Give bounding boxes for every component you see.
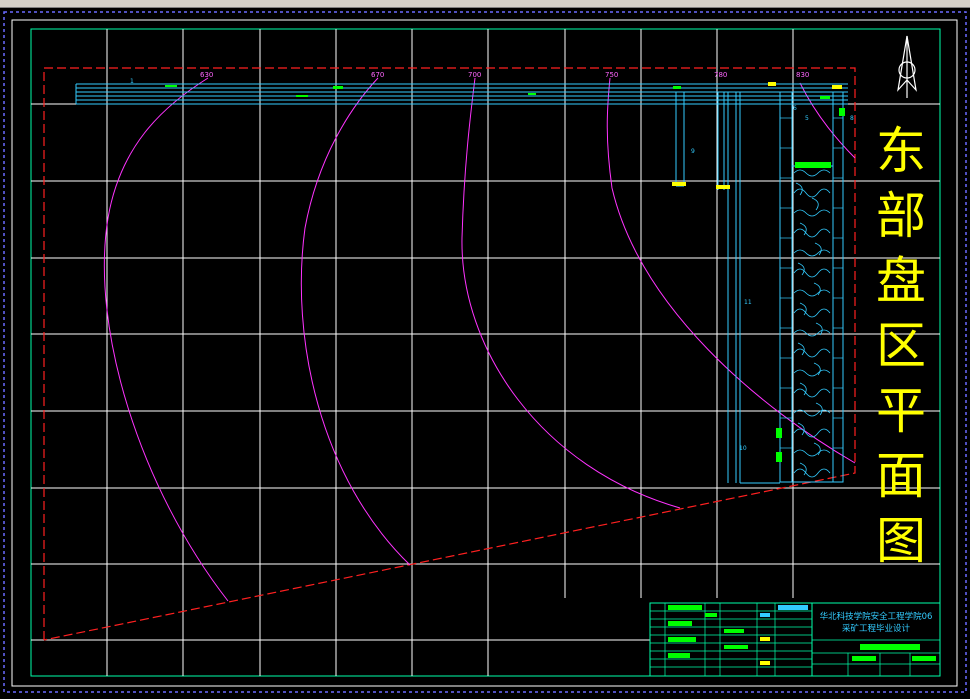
school-name-line2: 采矿工程毕业设计 xyxy=(842,623,911,634)
tunnel-label: 10 xyxy=(739,445,747,452)
title-char: 面 xyxy=(876,447,926,505)
contour-label: 830 xyxy=(796,71,809,79)
title-char: 东 xyxy=(876,122,926,180)
tunnel-label: 5 xyxy=(805,115,809,122)
main-roadway[interactable] xyxy=(75,83,848,105)
contour-label: 700 xyxy=(468,71,481,79)
cad-canvas[interactable]: 630 670 700 750 780 830 9 11 10 6 5 8 1 … xyxy=(0,8,970,699)
drawing-title: 东 部 盘 区 平 面 图 xyxy=(876,122,926,570)
title-block: 华北科技学院安全工程学院06 采矿工程毕业设计 xyxy=(649,602,941,677)
title-char: 区 xyxy=(876,317,926,375)
title-char: 图 xyxy=(876,512,926,570)
roadway-9-end-marker xyxy=(672,182,686,186)
longwall-panel[interactable] xyxy=(776,91,845,483)
tunnel-label: 11 xyxy=(744,299,752,306)
title-char: 平 xyxy=(876,382,926,440)
tunnel-labels: 9 11 10 6 5 8 1 xyxy=(130,78,854,452)
contour-label: 750 xyxy=(605,71,618,79)
inner-border xyxy=(11,19,958,687)
roadway-11[interactable] xyxy=(717,92,780,484)
contour-lines xyxy=(103,77,856,602)
title-char: 部 xyxy=(876,187,926,245)
tunnel-label: 6 xyxy=(793,105,797,112)
roadway-9[interactable] xyxy=(675,92,685,187)
north-arrow-icon xyxy=(897,35,917,98)
contour-label: 670 xyxy=(371,71,384,79)
roadway-11-end-marker xyxy=(716,185,730,189)
title-char: 盘 xyxy=(876,252,926,310)
panel-boundary xyxy=(43,67,856,641)
sheet-border xyxy=(3,11,967,693)
contour-label-group: 630 670 700 750 780 830 xyxy=(200,71,809,79)
school-name-line1: 华北科技学院安全工程学院06 xyxy=(820,611,933,622)
toolbar-strip xyxy=(0,0,970,8)
contour-label: 630 xyxy=(200,71,213,79)
tunnel-label: 8 xyxy=(850,115,854,122)
contour-label: 780 xyxy=(714,71,727,79)
tunnel-label: 1 xyxy=(130,78,134,85)
tunnel-label: 9 xyxy=(691,148,695,155)
